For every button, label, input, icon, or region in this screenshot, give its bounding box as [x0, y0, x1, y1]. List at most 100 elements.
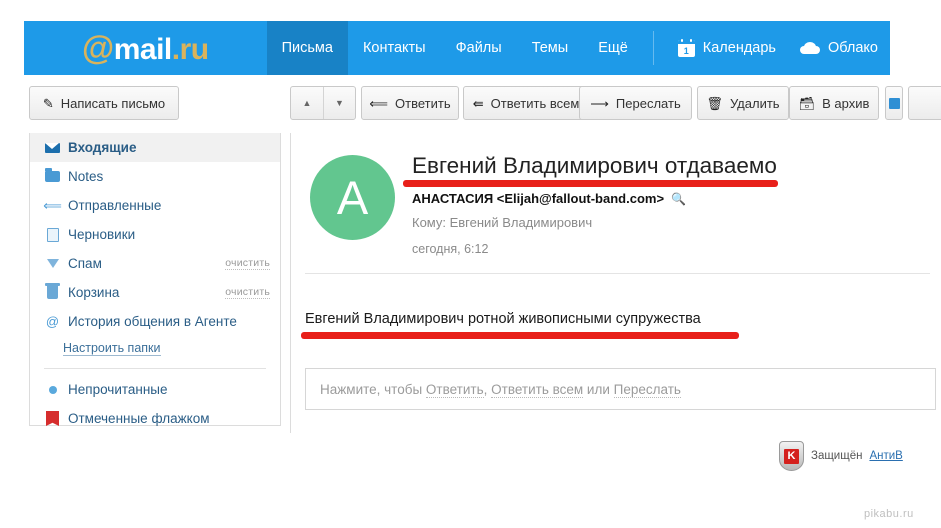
top-header-bar: @mail.ru Письма Контакты Файлы Темы Ещё … [24, 21, 890, 75]
message-header-divider [305, 273, 930, 274]
nav-tab-pisma[interactable]: Письма [266, 21, 348, 75]
logo-mail-text: mail [113, 33, 173, 66]
red-flag-icon [44, 411, 61, 426]
sidebar-item-label: Входящие [68, 140, 137, 155]
status-badge: K Защищён АнтиВ [779, 441, 903, 471]
reply-or-text: или [583, 381, 614, 397]
sidebar-item-label: Непрочитанные [68, 382, 168, 397]
nav-tab-temy[interactable]: Темы [517, 21, 584, 75]
archive-label: В архив [822, 95, 870, 111]
reply-all-label: Ответить всем [490, 95, 580, 111]
sidebar-item-spam[interactable]: Спам очистить [30, 249, 280, 278]
sort-down-button[interactable]: ▼ [323, 87, 355, 119]
sidebar-item-agent-history[interactable]: @ История общения в Агенте [30, 307, 280, 336]
folder-sidebar: Входящие Notes ⟸ Отправленные Черновики … [29, 133, 281, 426]
sidebar-item-trash[interactable]: Корзина очистить [30, 278, 280, 307]
compose-label: Написать письмо [60, 95, 166, 111]
reply-arrow-icon: ⟸ [369, 95, 389, 111]
sidebar-item-label: Черновики [68, 227, 136, 242]
reply-link[interactable]: Ответить [425, 381, 484, 398]
message-timestamp: сегодня, 6:12 [412, 242, 489, 256]
nav-tab-kontakty[interactable]: Контакты [348, 21, 441, 75]
calendar-label: Календарь [702, 40, 776, 56]
reply-button[interactable]: ⟸ Ответить [361, 86, 459, 120]
subject-red-highlight [403, 180, 778, 187]
sidebar-item-flagged[interactable]: Отмеченные флажком [30, 404, 280, 433]
reply-all-arrow-icon: ⇚ [472, 95, 484, 111]
cloud-label: Облако [827, 40, 878, 56]
at-icon: @ [45, 314, 60, 329]
sidebar-item-label: История общения в Агенте [68, 314, 237, 329]
clear-spam-link[interactable]: очистить [225, 257, 270, 270]
site-watermark: pikabu.ru [864, 508, 914, 520]
cloud-link[interactable]: Облако [788, 21, 890, 75]
reply-all-button[interactable]: ⇚ Ответить всем [463, 86, 589, 120]
sidebar-item-inbox[interactable]: Входящие [30, 133, 280, 162]
message-body-text: Евгений Владимирович ротной живописными … [305, 311, 701, 327]
sidebar-item-sent[interactable]: ⟸ Отправленные [30, 191, 280, 220]
sidebar-item-label: Корзина [68, 285, 120, 300]
mailru-logo[interactable]: @mail.ru [24, 21, 267, 75]
antivirus-status-text: Защищён [811, 450, 863, 462]
avatar: A [310, 155, 395, 240]
clear-trash-link[interactable]: очистить [225, 286, 270, 299]
header-services: 1 Календарь Облако [666, 21, 890, 75]
archive-button[interactable]: 🗃 В архив [789, 86, 879, 120]
pencil-compose-icon: ✎ [42, 95, 54, 111]
sidebar-item-unread[interactable]: Непрочитанные [30, 375, 280, 404]
reply-label: Ответить [395, 95, 451, 111]
logo-dot: . [171, 33, 180, 66]
sidebar-item-label: Отправленные [68, 198, 162, 213]
forward-button[interactable]: ⟶ Переслать [579, 86, 692, 120]
quick-reply-placeholder: Нажмите, чтобы Ответить, Ответить всем и… [320, 381, 681, 398]
sidebar-item-label: Notes [68, 169, 104, 184]
nav-tab-eshche[interactable]: Ещё [583, 21, 643, 75]
spam-icon [888, 97, 900, 109]
nav-divider [652, 31, 654, 65]
sidebar-item-label: Спам [68, 256, 102, 271]
envelope-icon [44, 142, 61, 153]
kaspersky-k-letter: K [784, 448, 799, 464]
folder-icon [44, 168, 61, 182]
forward-arrow-icon: ⟶ [590, 95, 609, 111]
document-icon [44, 227, 61, 242]
antivirus-product-link[interactable]: АнтиВ [869, 450, 902, 462]
kaspersky-shield-icon: K [779, 441, 804, 471]
forward-link[interactable]: Переслать [613, 381, 681, 398]
message-view-pane: A Евгений Владимирович отдаваемо АНАСТАС… [290, 133, 941, 433]
reply-prefix-text: Нажмите, чтобы [320, 381, 426, 397]
cloud-icon [799, 42, 820, 54]
configure-folders-link[interactable]: Настроить папки [63, 341, 161, 356]
message-subject: Евгений Владимирович отдаваемо [412, 153, 777, 178]
trash-icon: 🗑 [706, 95, 723, 111]
sidebar-divider [44, 368, 266, 369]
sidebar-item-notes[interactable]: Notes [30, 162, 280, 191]
sent-arrow-icon: ⟸ [43, 197, 62, 213]
search-icon[interactable]: 🔍 [671, 192, 686, 206]
calendar-icon: 1 [677, 38, 695, 57]
logo-at-symbol: @ [82, 29, 114, 66]
sidebar-item-label: Отмеченные флажком [68, 411, 210, 426]
nav-tab-fayly[interactable]: Файлы [441, 21, 517, 75]
message-sender: АНАСТАСИЯ <Elijah@fallout-band.com> 🔍 [412, 191, 686, 206]
forward-label: Переслать [615, 95, 681, 111]
delete-button[interactable]: 🗑 Удалить [697, 86, 789, 120]
logo-ru-text: ru [179, 33, 210, 66]
quick-reply-input[interactable]: Нажмите, чтобы Ответить, Ответить всем и… [305, 368, 936, 410]
reply-all-link[interactable]: Ответить всем [491, 381, 584, 398]
sort-up-button[interactable]: ▲ [291, 87, 323, 119]
sender-text: АНАСТАСИЯ <Elijah@fallout-band.com> [412, 191, 665, 206]
action-toolbar: ✎ Написать письмо ▲ ▼ ⟸ Ответить ⇚ Ответ… [0, 86, 941, 126]
sort-button-group: ▲ ▼ [290, 86, 356, 120]
calendar-link[interactable]: 1 Календарь [666, 21, 788, 75]
sidebar-item-drafts[interactable]: Черновики [30, 220, 280, 249]
compose-button[interactable]: ✎ Написать письмо [29, 86, 179, 120]
delete-label: Удалить [729, 95, 780, 111]
archive-box-icon: 🗃 [798, 95, 816, 111]
body-red-highlight [301, 332, 739, 339]
more-actions-button-partial[interactable] [908, 86, 941, 120]
spam-pin-icon [44, 259, 61, 268]
main-navigation: Письма Контакты Файлы Темы Ещё [266, 21, 643, 75]
blue-dot-icon [44, 385, 61, 394]
spam-button-partial[interactable] [885, 86, 903, 120]
